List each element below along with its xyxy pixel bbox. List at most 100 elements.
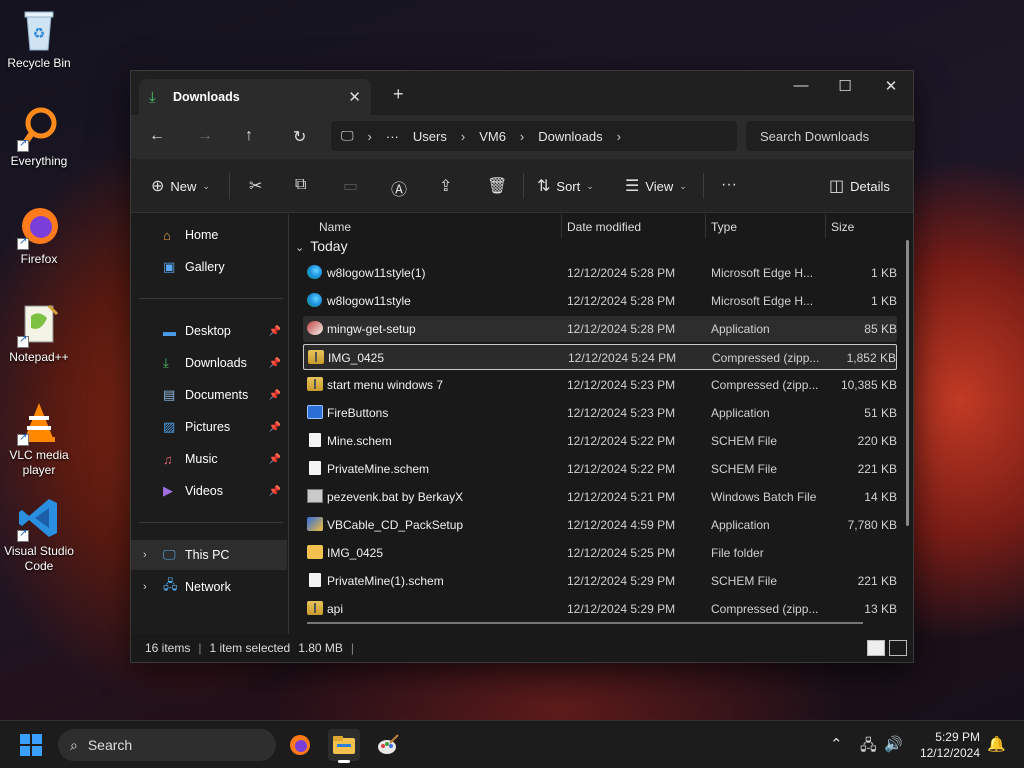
more-options-button[interactable]: ···: [721, 176, 737, 194]
show-hidden-icons-chevron-up-icon[interactable]: ⌃: [830, 735, 843, 753]
minimize-button[interactable]: —: [781, 77, 821, 94]
breadcrumb-overflow[interactable]: ···: [386, 129, 399, 144]
close-tab-icon[interactable]: ✕: [348, 88, 361, 106]
copy-button[interactable]: ⧉: [295, 176, 306, 194]
group-header-today[interactable]: ⌄ Today: [295, 238, 348, 254]
sidebar-item-label: Downloads: [185, 356, 247, 370]
tiles-view-button[interactable]: [889, 640, 907, 656]
file-row[interactable]: mingw-get-setup 12/12/2024 5:28 PM Applica…: [303, 316, 897, 342]
network-status-icon[interactable]: 🖧: [860, 735, 877, 760]
breadcrumb-vm6[interactable]: VM6: [479, 129, 506, 144]
share-button[interactable]: ⇪: [439, 176, 452, 196]
column-header-date[interactable]: Date modified: [567, 220, 641, 234]
tab-downloads[interactable]: ⤓ Downloads ✕: [139, 79, 371, 115]
shortcut-arrow-icon: [17, 138, 29, 152]
desktop-icon-vscode[interactable]: Visual Studio Code: [0, 496, 78, 574]
sidebar-item-downloads[interactable]: ⤓ Downloads 📌: [131, 348, 287, 378]
sidebar-item-pictures[interactable]: ▨ Pictures 📌: [131, 412, 287, 442]
sidebar-item-music[interactable]: ♫ Music 📌: [131, 444, 287, 474]
sidebar-item-gallery[interactable]: ▣ Gallery: [131, 252, 287, 282]
desktop-icon-firefox[interactable]: Firefox: [0, 204, 78, 267]
sidebar-item-label: Pictures: [185, 420, 231, 434]
desktop-icon-recycle-bin[interactable]: ♻ Recycle Bin: [0, 8, 78, 71]
sidebar-item-this-pc[interactable]: › 🖵 This PC: [131, 540, 287, 570]
sidebar-item-documents[interactable]: ▤ Documents 📌: [131, 380, 287, 410]
column-header-size[interactable]: Size: [831, 220, 854, 234]
file-row[interactable]: start menu windows 7 12/12/2024 5:23 PM Co…: [303, 372, 897, 398]
delete-button[interactable]: 🗑: [487, 176, 507, 196]
new-button[interactable]: ⊕ New ⌄: [151, 176, 210, 196]
taskbar-search[interactable]: ⌕ Search: [58, 729, 276, 761]
file-row[interactable]: w8logow11style(1) 12/12/2024 5:28 PM Micro…: [303, 260, 897, 286]
this-pc-monitor-icon[interactable]: 🖵: [341, 128, 354, 144]
horizontal-scrollbar[interactable]: [307, 622, 863, 624]
rename-button[interactable]: Ⓐ: [391, 176, 407, 200]
desktop-icon-notepadpp[interactable]: Notepad++: [0, 302, 78, 365]
pin-icon[interactable]: 📌: [269, 454, 281, 465]
paste-button[interactable]: ▭: [343, 176, 358, 196]
desktop-icon-vlc[interactable]: VLC media player: [0, 400, 78, 478]
cut-button[interactable]: ✂: [249, 176, 262, 196]
taskbar-file-explorer-icon[interactable]: [328, 729, 360, 763]
pin-icon[interactable]: 📌: [269, 326, 281, 337]
chevron-right-icon[interactable]: ›: [143, 581, 147, 593]
vertical-scrollbar[interactable]: [906, 240, 909, 526]
address-bar[interactable]: 🖵 › ··· Users › VM6 › Downloads ›: [331, 121, 737, 151]
notification-bell-icon[interactable]: 🔔: [987, 735, 1006, 753]
chevron-right-icon[interactable]: ›: [461, 129, 465, 144]
breadcrumb-downloads[interactable]: Downloads: [538, 129, 602, 144]
close-window-button[interactable]: ✕: [871, 77, 911, 95]
maximize-button[interactable]: ☐: [825, 77, 865, 95]
column-divider[interactable]: [705, 214, 706, 238]
file-row[interactable]: PrivateMine.schem 12/12/2024 5:22 PM SCHEM…: [303, 456, 897, 482]
details-pane-button[interactable]: ◫ Details: [829, 176, 890, 196]
refresh-button[interactable]: ↻: [293, 127, 306, 147]
column-header-type[interactable]: Type: [711, 220, 737, 234]
file-row[interactable]: FireButtons 12/12/2024 5:23 PM Application…: [303, 400, 897, 426]
file-row[interactable]: Mine.schem 12/12/2024 5:22 PM SCHEM File 22…: [303, 428, 897, 454]
column-divider[interactable]: [825, 214, 826, 238]
back-button[interactable]: ←: [149, 127, 165, 145]
file-row[interactable]: pezevenk.bat by BerkayX 12/12/2024 5:21 P…: [303, 484, 897, 510]
column-divider[interactable]: [561, 214, 562, 238]
chevron-right-icon[interactable]: ›: [617, 129, 621, 144]
sidebar-item-home[interactable]: ⌂ Home: [131, 220, 287, 250]
column-header-name[interactable]: Name: [319, 220, 351, 234]
chevron-right-icon[interactable]: ›: [368, 129, 372, 144]
file-row[interactable]: IMG_0425 12/12/2024 5:25 PM File folder: [303, 540, 897, 566]
file-row[interactable]: PrivateMine(1).schem 12/12/2024 5:29 PM SC…: [303, 568, 897, 594]
chevron-right-icon[interactable]: ›: [520, 129, 524, 144]
search-input[interactable]: Search Downloads: [746, 121, 915, 151]
view-button[interactable]: ☰ View ⌄: [625, 176, 687, 196]
pin-icon[interactable]: 📌: [269, 390, 281, 401]
file-row[interactable]: VBCable_CD_PackSetup 12/12/2024 4:59 PM Ap…: [303, 512, 897, 538]
file-row[interactable]: IMG_0425 12/12/2024 5:24 PM Compressed (zi…: [303, 344, 897, 370]
breadcrumb-users[interactable]: Users: [413, 129, 447, 144]
pin-icon[interactable]: 📌: [269, 486, 281, 497]
sidebar-item-label: Network: [185, 580, 231, 594]
file-size: 13 KB: [864, 602, 897, 616]
forward-button[interactable]: →: [197, 127, 213, 145]
sort-button[interactable]: ⇅ Sort ⌄: [537, 176, 594, 196]
sidebar-item-network[interactable]: › 🖧 Network: [131, 572, 287, 602]
clock[interactable]: 5:29 PM 12/12/2024: [920, 729, 980, 761]
pin-icon[interactable]: 📌: [269, 422, 281, 433]
pin-icon[interactable]: 📌: [269, 358, 281, 369]
app-icon: [307, 405, 323, 419]
up-button[interactable]: ↑: [245, 127, 253, 145]
taskbar-firefox-icon[interactable]: [284, 729, 316, 761]
sidebar-item-videos[interactable]: ▶ Videos 📌: [131, 476, 287, 506]
sidebar-item-desktop[interactable]: ▬ Desktop 📌: [131, 316, 287, 346]
home-icon: ⌂: [163, 227, 171, 243]
volume-icon[interactable]: 🔊: [884, 735, 903, 753]
desktop-icon-everything[interactable]: Everything: [0, 106, 78, 169]
taskbar-paint-icon[interactable]: [372, 729, 404, 761]
chevron-right-icon[interactable]: ›: [143, 549, 147, 561]
file-date: 12/12/2024 5:28 PM: [567, 294, 676, 308]
file-row[interactable]: w8logow11style 12/12/2024 5:28 PM Microsof…: [303, 288, 897, 314]
new-tab-button[interactable]: +: [393, 84, 404, 105]
file-row[interactable]: api 12/12/2024 5:29 PM Compressed (zipp...…: [303, 596, 897, 622]
details-view-button[interactable]: [867, 640, 885, 656]
windows-start-icon[interactable]: [20, 734, 42, 756]
share-icon: ⇪: [439, 178, 453, 195]
